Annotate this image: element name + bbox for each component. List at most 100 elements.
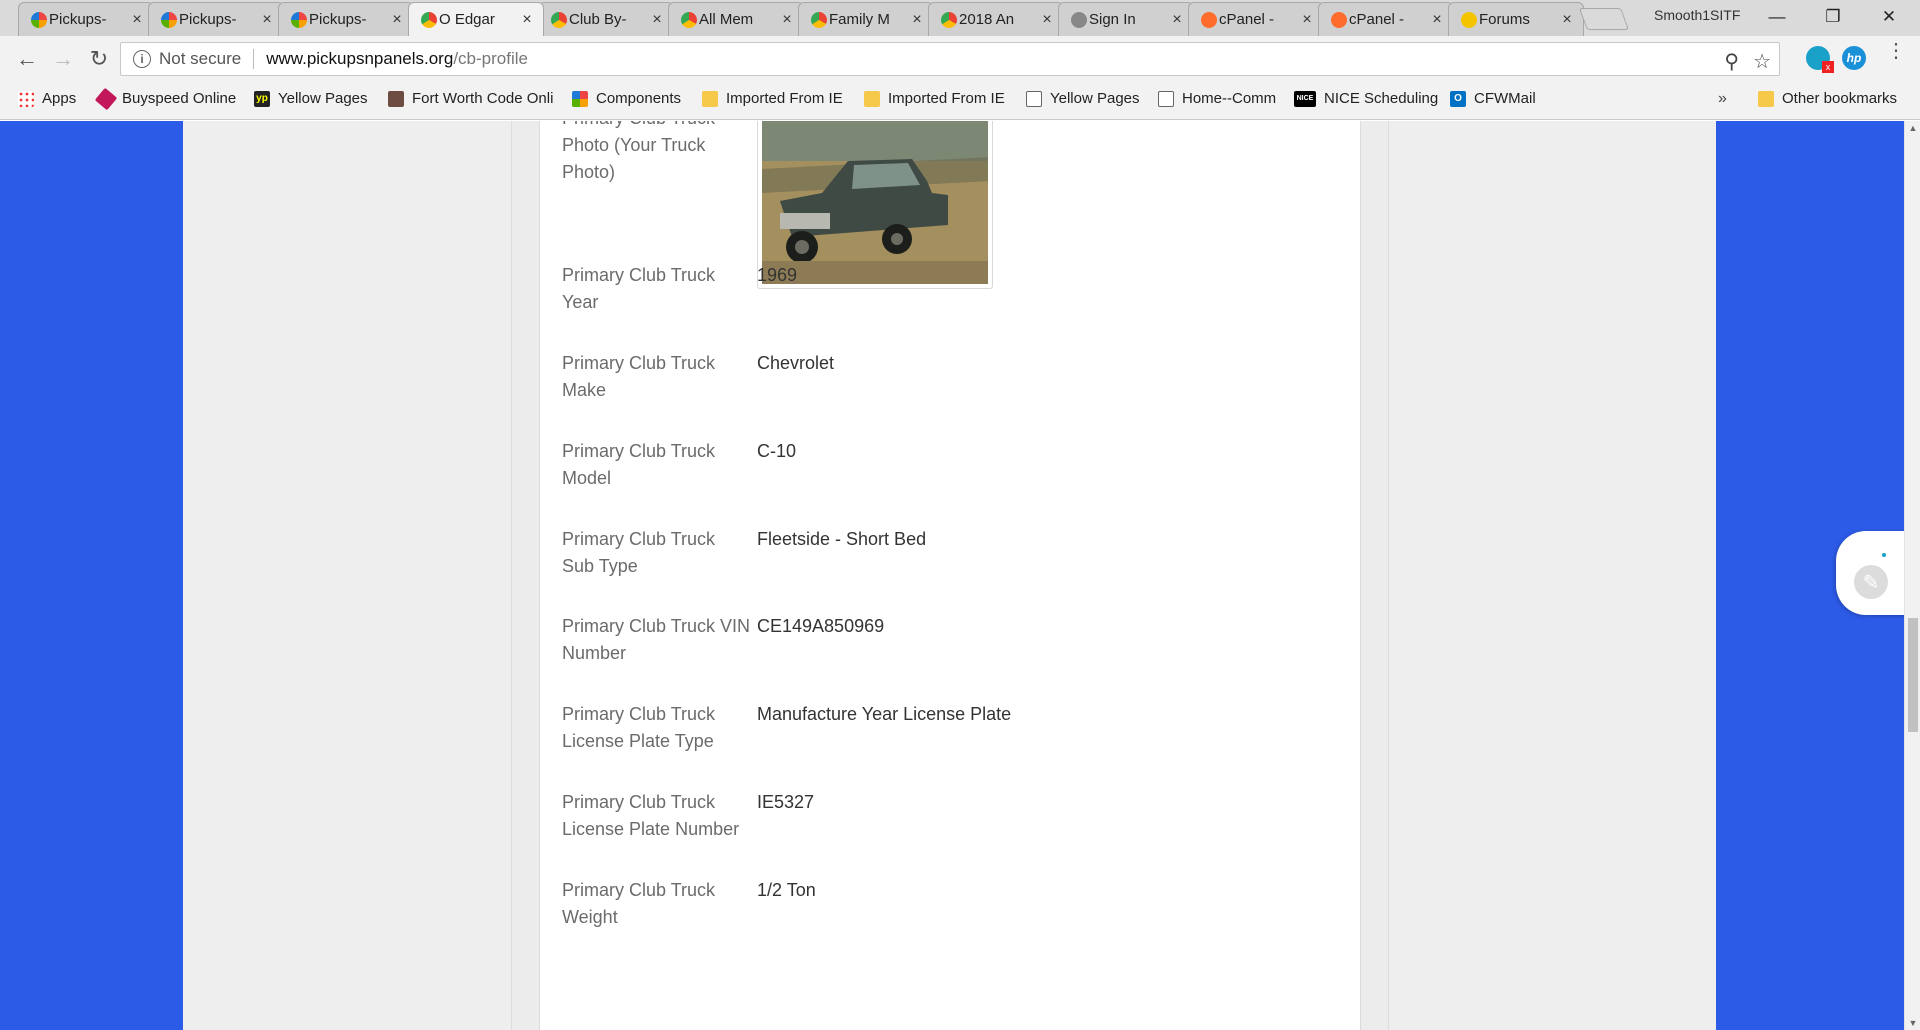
tab-close-icon[interactable]: × [909,11,925,29]
tab-close-icon[interactable]: × [1169,11,1185,29]
joomla-icon [31,12,47,28]
tab-close-icon[interactable]: × [1429,11,1445,29]
content-gutter-right [1361,121,1389,1030]
browser-tab[interactable]: Forums × [1448,2,1584,36]
bookmark-folder-imported-ie[interactable]: Imported From IE [864,90,1005,107]
tab-title: Pickups- [309,11,367,28]
field-value-plate-type: Manufacture Year License Plate [757,704,1012,724]
browser-tab-active[interactable]: O Edgar × [408,2,544,36]
menu-kebab-icon[interactable]: ⋮ [1886,41,1906,61]
scroll-thumb[interactable] [1908,618,1918,732]
bookmarks-overflow-icon[interactable]: » [1718,90,1727,108]
tab-title: O Edgar [439,11,495,28]
field-label-plate-type: Primary Club Truck License Plate Type [562,704,716,751]
bookmarks-bar: Apps Buyspeed Online yp Yellow Pages For… [0,82,1920,120]
tab-title: Forums [1479,11,1530,28]
bookmark-nice-scheduling[interactable]: NICE NICE Scheduling [1294,90,1438,107]
tab-title: Pickups- [49,11,107,28]
scroll-down-icon[interactable]: ▼ [1905,1016,1920,1030]
field-value-truck-make: Chevrolet [757,353,835,373]
security-label[interactable]: Not secure [159,49,241,69]
browser-tab[interactable]: All Mem × [668,2,804,36]
bookmark-components[interactable]: Components [572,90,681,107]
browser-tab[interactable]: cPanel - × [1188,2,1324,36]
tab-title: All Mem [699,11,754,28]
tab-close-icon[interactable]: × [1299,11,1315,29]
bookmark-apps[interactable]: Apps [18,90,76,107]
tab-title: cPanel - [1219,11,1275,28]
maximize-icon[interactable]: ❐ [1810,4,1856,30]
minimize-icon[interactable]: — [1754,4,1800,30]
close-window-icon[interactable]: ✕ [1866,4,1912,30]
browser-tab[interactable]: Family M × [798,2,934,36]
chrome-color-icon [551,12,567,28]
browser-tab[interactable]: 2018 An × [928,2,1064,36]
browser-tab[interactable]: Pickups- × [278,2,414,36]
joomla-icon [161,12,177,28]
page-scrollbar[interactable]: ▲ ▼ [1904,121,1920,1030]
field-label-truck-model: Primary Club Truck Model [562,441,716,488]
zoom-icon[interactable]: ⚲ [1724,49,1739,74]
browser-tab[interactable]: Pickups- × [18,2,154,36]
chrome-color-icon [941,12,957,28]
truck-photo-image[interactable] [762,121,988,284]
bookmark-folder-imported-ie[interactable]: Imported From IE [702,90,843,107]
bookmark-yellow-pages[interactable]: yp Yellow Pages [254,90,368,107]
tab-close-icon[interactable]: × [129,11,145,29]
bookmark-star-icon[interactable]: ☆ [1753,49,1771,74]
browser-tab[interactable]: Club By- × [538,2,674,36]
joomla-icon [291,12,307,28]
bookmark-label: CFWMail [1474,90,1536,107]
tab-title: cPanel - [1349,11,1405,28]
browser-tab[interactable]: cPanel - × [1318,2,1454,36]
forward-arrow-icon[interactable]: → [48,44,78,74]
tab-close-icon[interactable]: × [1039,11,1055,29]
chrome-color-icon [421,12,437,28]
apps-grid-icon [18,90,34,107]
address-bar[interactable]: i Not secure www.pickupsnpanels.org /cb-… [120,42,1780,76]
field-value-truck-model: C-10 [757,441,797,461]
bookmark-yellow-pages-2[interactable]: Yellow Pages [1026,90,1140,107]
tab-close-icon[interactable]: × [519,11,535,29]
pencil-icon[interactable]: ✎ [1854,565,1888,599]
back-arrow-icon[interactable]: ← [12,44,42,74]
bookmark-home-comm[interactable]: Home--Comm [1158,90,1276,107]
tab-close-icon[interactable]: × [259,11,275,29]
field-value-plate-number: IE5327 [757,792,815,812]
field-value-truck-year: 1969 [757,265,798,285]
new-tab-button[interactable] [1578,8,1630,30]
bookmark-label: Imported From IE [726,90,843,107]
sign-in-icon [1071,12,1087,28]
scroll-up-icon[interactable]: ▲ [1905,121,1920,135]
field-value-truck-sub-type: Fleetside - Short Bed [757,529,927,549]
info-icon[interactable]: i [133,50,151,68]
bookmark-buyspeed[interactable]: Buyspeed Online [94,87,236,110]
bookmark-cfwmail[interactable]: O CFWMail [1450,90,1536,107]
indicator-dot [1882,553,1886,557]
chrome-color-icon [681,12,697,28]
bookmark-label: Components [596,90,682,107]
url-host[interactable]: www.pickupsnpanels.org [266,49,453,69]
sync-extension-icon[interactable]: x [1806,46,1834,73]
tab-close-icon[interactable]: × [389,11,405,29]
chrome-color-icon [811,12,827,28]
browser-tab[interactable]: Pickups- × [148,2,284,36]
folder-icon [702,90,718,107]
tab-close-icon[interactable]: × [1559,11,1575,29]
tab-close-icon[interactable]: × [779,11,795,29]
tab-close-icon[interactable]: × [649,11,665,29]
bookmark-label: Other bookmarks [1782,90,1898,107]
bookmark-fort-worth[interactable]: Fort Worth Code Onli [388,90,553,107]
joomla-icon [572,90,588,107]
bookmark-label: NICE Scheduling [1324,90,1439,107]
url-path[interactable]: /cb-profile [453,49,528,69]
profile-name[interactable]: Smooth1SITF [1654,7,1740,23]
field-value-truck-weight: 1/2 Ton [757,880,816,900]
page-icon [1026,90,1042,107]
reload-icon[interactable]: ↻ [84,44,114,74]
bookmark-other[interactable]: Other bookmarks [1758,90,1897,107]
hp-extension-icon[interactable]: hp [1842,46,1866,70]
browser-tab[interactable]: Sign In × [1058,2,1194,36]
divider [253,49,255,69]
error-badge: x [1822,61,1834,73]
